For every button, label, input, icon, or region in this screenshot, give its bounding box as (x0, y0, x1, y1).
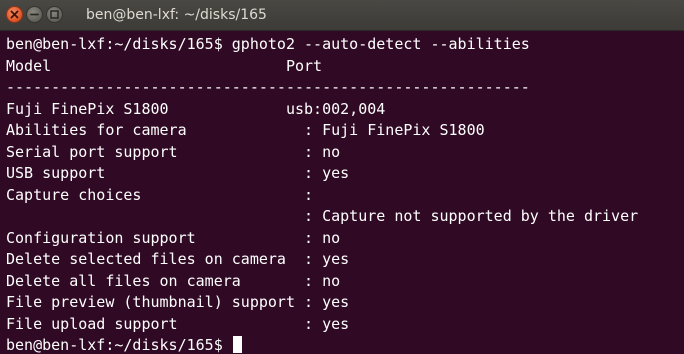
terminal-output[interactable]: ben@ben-lxf:~/disks/165$ gphoto2 --auto-… (6, 34, 684, 354)
terminal-line-header: Model Port (6, 56, 323, 75)
terminal-line-usb: USB support : yes (6, 164, 350, 182)
terminal-window: ben@ben-lxf: ~/disks/165 ben@ben-lxf:~/d… (0, 0, 684, 354)
minimize-icon (30, 13, 39, 16)
minimize-button[interactable] (26, 6, 43, 23)
terminal-line-capture-choices: Capture choices : (6, 185, 314, 204)
terminal-line-serial-port: Serial port support : no (6, 142, 341, 161)
terminal-line-capture-not-supported: : Capture not supported by the driver (6, 207, 639, 225)
terminal-line-abilities: Abilities for camera : Fuji FinePix S180… (6, 121, 485, 139)
maximize-icon (50, 10, 59, 19)
title-bar[interactable]: ben@ben-lxf: ~/disks/165 (0, 0, 684, 31)
terminal-line-configuration: Configuration support : no (6, 228, 341, 247)
close-icon (10, 10, 19, 19)
terminal-line-delete-selected: Delete selected files on camera : yes (6, 250, 350, 268)
terminal-line-separator: ----------------------------------------… (6, 78, 530, 96)
terminal-line-file-upload: File upload support : yes (6, 314, 350, 333)
close-button[interactable] (6, 6, 23, 23)
window-title: ben@ben-lxf: ~/disks/165 (86, 7, 267, 23)
shell-prompt: ben@ben-lxf:~/disks/165$ (6, 336, 232, 354)
maximize-button[interactable] (46, 6, 63, 23)
text-cursor (232, 336, 242, 353)
terminal-line-command: ben@ben-lxf:~/disks/165$ gphoto2 --auto-… (6, 35, 530, 53)
terminal-line-delete-all: Delete all files on camera : no (6, 271, 341, 290)
terminal-prompt-line[interactable]: ben@ben-lxf:~/disks/165$ (6, 335, 684, 354)
terminal-line-file-preview: File preview (thumbnail) support : yes (6, 293, 350, 311)
terminal-line-camera-model: Fuji FinePix S1800 usb:002,004 (6, 99, 386, 118)
